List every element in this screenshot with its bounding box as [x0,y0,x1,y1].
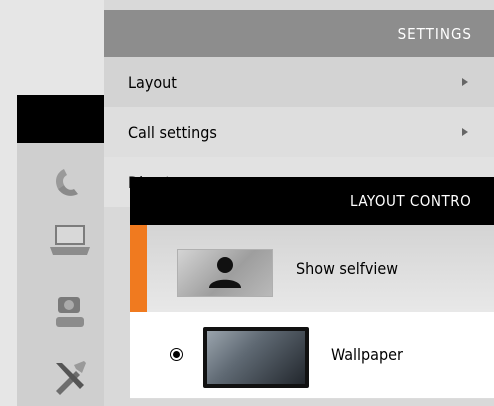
menu-item-layout[interactable]: Layout [104,57,494,107]
wallpaper-preview [207,331,305,384]
menu-item-label: Call settings [128,122,217,142]
option-wallpaper[interactable] [130,312,494,399]
selection-indicator [130,225,147,312]
camera-icon[interactable] [40,288,100,338]
chevron-right-icon [462,128,468,136]
layout-control-header: LAYOUT CONTRO [130,177,494,225]
tv-wallpaper-icon [203,327,309,388]
option-label-show-selfview: Show selfview [296,259,398,278]
phone-icon[interactable] [40,155,100,205]
option-label-wallpaper: Wallpaper [331,345,403,364]
tools-icon[interactable] [40,352,100,402]
person-silhouette-icon [177,249,273,297]
menu-item-label: Layout [128,72,177,92]
menu-item-call-settings[interactable]: Call settings [104,107,494,157]
chevron-right-icon [462,78,468,86]
layout-control-title: LAYOUT CONTRO [350,192,472,210]
settings-title: SETTINGS [397,24,472,43]
settings-header: SETTINGS [104,10,494,57]
radio-selected-dot [173,351,180,358]
radio-button[interactable] [170,348,183,361]
laptop-icon[interactable] [40,215,100,265]
